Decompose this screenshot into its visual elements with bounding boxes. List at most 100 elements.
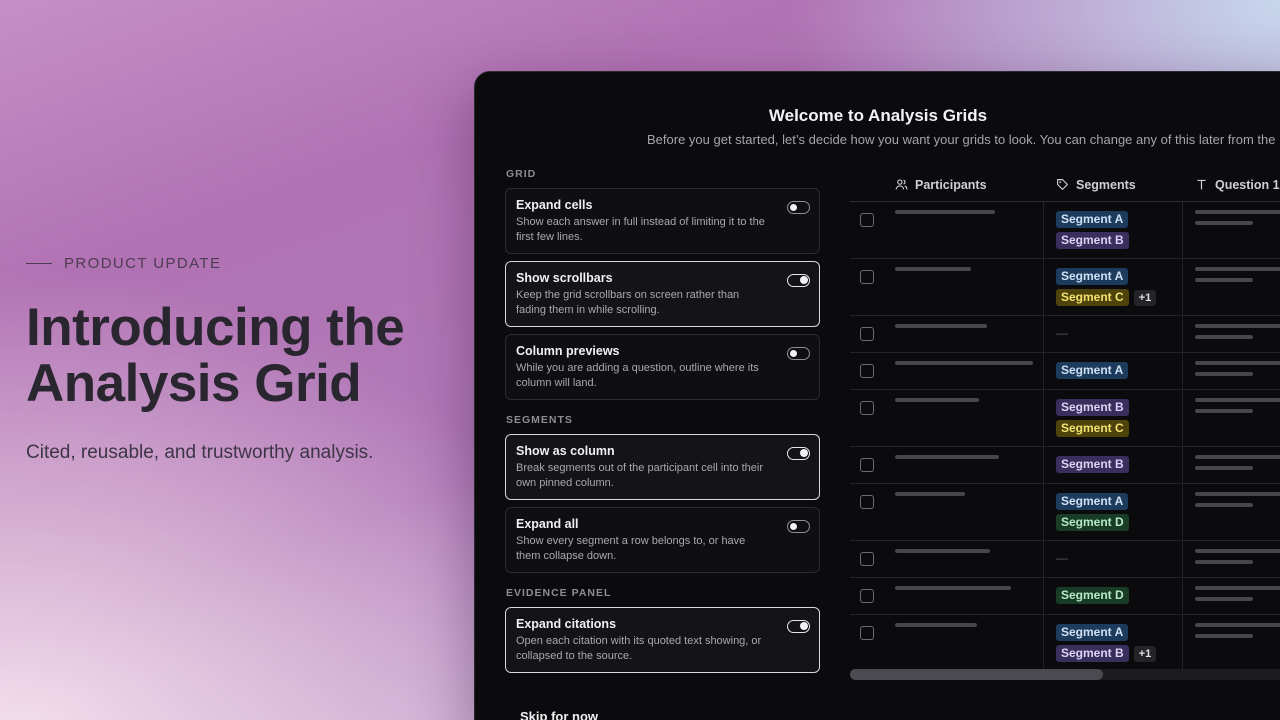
column-divider bbox=[1182, 390, 1183, 446]
row-checkbox[interactable] bbox=[860, 270, 874, 284]
headline-line-2: Analysis Grid bbox=[26, 354, 362, 413]
toggle-knob bbox=[789, 203, 797, 211]
answer-placeholder bbox=[1195, 560, 1253, 564]
column-divider bbox=[1182, 484, 1183, 540]
participant-placeholder bbox=[895, 492, 965, 496]
tag-line: Segment B bbox=[1056, 232, 1129, 249]
participant-placeholder bbox=[895, 267, 971, 271]
setting-card[interactable]: Expand all Show every segment a row belon… bbox=[505, 507, 820, 573]
row-checkbox[interactable] bbox=[860, 213, 874, 227]
row-checkbox[interactable] bbox=[860, 589, 874, 603]
column-divider bbox=[1043, 615, 1044, 671]
row-checkbox[interactable] bbox=[860, 401, 874, 415]
column-divider bbox=[1182, 578, 1183, 614]
segment-tag[interactable]: Segment A bbox=[1056, 268, 1129, 285]
row-checkbox[interactable] bbox=[860, 458, 874, 472]
skip-button[interactable]: Skip for now bbox=[520, 709, 598, 720]
setting-title: Show scrollbars bbox=[516, 271, 613, 285]
headline-line-1: Introducing the bbox=[26, 298, 405, 357]
segment-tag[interactable]: Segment B bbox=[1056, 399, 1129, 416]
column-divider bbox=[1043, 447, 1044, 483]
segment-tag[interactable]: Segment B bbox=[1056, 645, 1129, 662]
setting-card[interactable]: Show as column Break segments out of the … bbox=[505, 434, 820, 500]
tag-line: Segment D bbox=[1056, 587, 1129, 604]
setting-toggle[interactable] bbox=[787, 620, 810, 633]
participant-placeholder bbox=[895, 324, 987, 328]
column-label: Segments bbox=[1076, 177, 1136, 192]
segment-tag[interactable]: Segment C bbox=[1056, 289, 1129, 306]
answer-placeholder bbox=[1195, 586, 1280, 590]
grid-row: Segment B Segment C bbox=[850, 390, 1280, 447]
answer-placeholder bbox=[1195, 278, 1253, 282]
column-divider bbox=[1043, 390, 1044, 446]
tag-line: Segment C bbox=[1056, 420, 1129, 437]
segment-tag[interactable]: Segment A bbox=[1056, 211, 1129, 228]
toggle-knob bbox=[800, 276, 808, 284]
column-segments[interactable]: Segments bbox=[1056, 168, 1136, 201]
setting-card[interactable]: Expand cells Show each answer in full ins… bbox=[505, 188, 820, 254]
segment-tag[interactable]: Segment D bbox=[1056, 587, 1129, 604]
segment-tag[interactable]: Segment D bbox=[1056, 514, 1129, 531]
tag-line: Segment A bbox=[1056, 268, 1156, 285]
segment-tag[interactable]: Segment A bbox=[1056, 493, 1129, 510]
column-divider bbox=[1182, 316, 1183, 352]
tag-line: Segment C +1 bbox=[1056, 289, 1157, 306]
tag-line: Segment A bbox=[1056, 362, 1129, 379]
segment-tags: Segment B bbox=[1056, 456, 1129, 473]
grid-row: Segment D bbox=[850, 578, 1280, 615]
segment-tag[interactable]: Segment B bbox=[1056, 456, 1129, 473]
setting-description: Show each answer in full instead of limi… bbox=[516, 216, 765, 243]
settings-panel: GRID Expand cells Show each answer in full… bbox=[505, 168, 820, 680]
setting-toggle[interactable] bbox=[787, 274, 810, 287]
grid-row: Segment A bbox=[850, 353, 1280, 390]
scrollbar-thumb[interactable] bbox=[850, 669, 1103, 680]
setting-description: Keep the grid scrollbars on screen rathe… bbox=[516, 289, 740, 316]
answer-placeholder bbox=[1195, 634, 1253, 638]
column-participants[interactable]: Participants bbox=[895, 168, 987, 201]
column-divider bbox=[1182, 259, 1183, 315]
tag-icon bbox=[1057, 179, 1068, 190]
more-segments-badge[interactable]: +1 bbox=[1133, 645, 1157, 662]
more-segments-badge[interactable]: +1 bbox=[1133, 289, 1157, 306]
answer-placeholder bbox=[1195, 221, 1253, 225]
eyebrow-rule bbox=[26, 263, 52, 264]
column-question-1[interactable]: Question 1 bbox=[1195, 168, 1280, 201]
setting-title: Column previews bbox=[516, 344, 620, 358]
row-checkbox[interactable] bbox=[860, 552, 874, 566]
section-label: SEGMENTS bbox=[506, 414, 573, 426]
segment-tags: Segment A Segment D bbox=[1056, 493, 1129, 531]
segment-tag[interactable]: Segment B bbox=[1056, 232, 1129, 249]
row-checkbox[interactable] bbox=[860, 626, 874, 640]
setting-card[interactable]: Column previews While you are adding a qu… bbox=[505, 334, 820, 400]
segment-tag[interactable]: Segment C bbox=[1056, 420, 1129, 437]
setting-title: Show as column bbox=[516, 444, 615, 458]
answer-placeholder bbox=[1195, 409, 1253, 413]
segment-tags: Segment A Segment B +1 bbox=[1056, 624, 1157, 662]
segment-tags: Segment A Segment B bbox=[1056, 211, 1129, 249]
segment-tag[interactable]: Segment A bbox=[1056, 362, 1129, 379]
row-checkbox[interactable] bbox=[860, 327, 874, 341]
grid-row: Segment A Segment C +1 bbox=[850, 259, 1280, 316]
tag-line: Segment B bbox=[1056, 399, 1129, 416]
setting-toggle[interactable] bbox=[787, 347, 810, 360]
grid-scrollbar[interactable] bbox=[850, 669, 1280, 680]
answer-placeholder bbox=[1195, 492, 1280, 496]
setting-card[interactable]: Expand citations Open each citation with … bbox=[505, 607, 820, 673]
row-checkbox[interactable] bbox=[860, 364, 874, 378]
segment-tag[interactable]: Segment A bbox=[1056, 624, 1129, 641]
setting-toggle[interactable] bbox=[787, 201, 810, 214]
eyebrow-text: PRODUCT UPDATE bbox=[64, 255, 222, 272]
setting-title: Expand cells bbox=[516, 198, 593, 212]
answer-placeholder bbox=[1195, 267, 1280, 271]
column-divider bbox=[1043, 578, 1044, 614]
toggle-knob bbox=[789, 522, 797, 530]
setting-toggle[interactable] bbox=[787, 447, 810, 460]
answer-placeholder bbox=[1195, 335, 1253, 339]
setting-title: Expand all bbox=[516, 517, 579, 531]
row-checkbox[interactable] bbox=[860, 495, 874, 509]
answer-placeholder bbox=[1195, 549, 1280, 553]
answer-placeholder bbox=[1195, 597, 1253, 601]
setting-toggle[interactable] bbox=[787, 520, 810, 533]
grid-row: Segment A Segment B bbox=[850, 202, 1280, 259]
setting-card[interactable]: Show scrollbars Keep the grid scrollbars … bbox=[505, 261, 820, 327]
